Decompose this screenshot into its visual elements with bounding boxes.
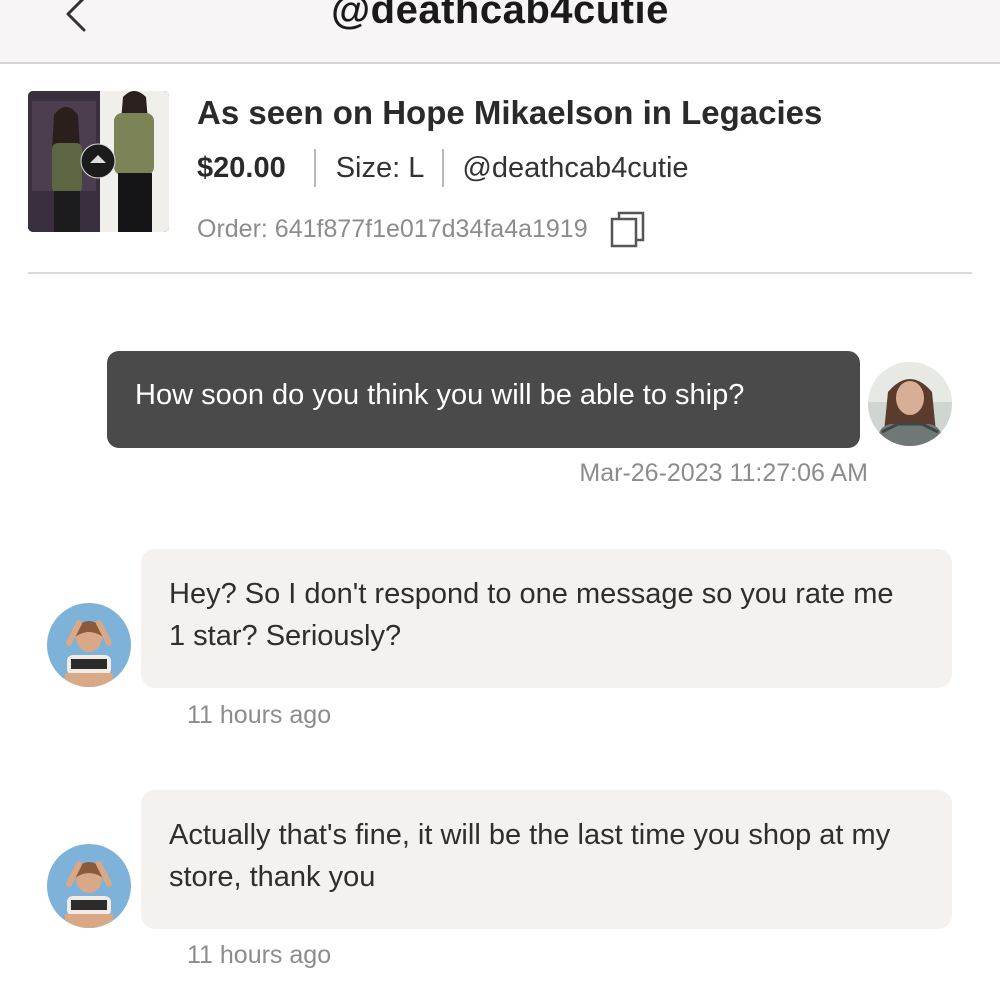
message-timestamp: 11 hours ago — [187, 701, 332, 729]
order-number: Order: 641f877f1e017d34fa4a1919 — [197, 210, 646, 248]
product-price: $20.00 — [197, 151, 286, 184]
order-id-text: Order: 641f877f1e017d34fa4a1919 — [197, 214, 588, 243]
message-timestamp: Mar-26-2023 11:27:06 AM — [579, 459, 868, 487]
divider — [313, 149, 316, 187]
copy-order-button[interactable] — [610, 210, 646, 248]
product-card[interactable]: As seen on Hope Mikaelson in Legacies $2… — [28, 90, 972, 274]
message-bubble-incoming[interactable]: Hey? So I don't respond to one message s… — [141, 549, 952, 688]
message-timestamp: 11 hours ago — [187, 941, 332, 969]
product-image[interactable] — [28, 91, 169, 232]
copy-icon — [610, 211, 644, 248]
message-bubble-incoming[interactable]: Actually that's fine, it will be the las… — [141, 790, 952, 929]
product-meta: $20.00 Size: L @deathcab4cutie — [197, 148, 689, 188]
top-bar: @deathcab4cutie — [0, 0, 1000, 64]
product-title: As seen on Hope Mikaelson in Legacies — [197, 94, 823, 131]
message-bubble-outgoing[interactable]: How soon do you think you will be able t… — [107, 351, 860, 448]
avatar[interactable] — [47, 844, 131, 928]
divider — [442, 149, 445, 187]
page-title: @deathcab4cutie — [331, 0, 669, 32]
avatar[interactable] — [868, 362, 952, 446]
seller-handle[interactable]: @deathcab4cutie — [462, 152, 688, 185]
product-size: Size: L — [335, 151, 425, 184]
avatar[interactable] — [47, 603, 131, 687]
